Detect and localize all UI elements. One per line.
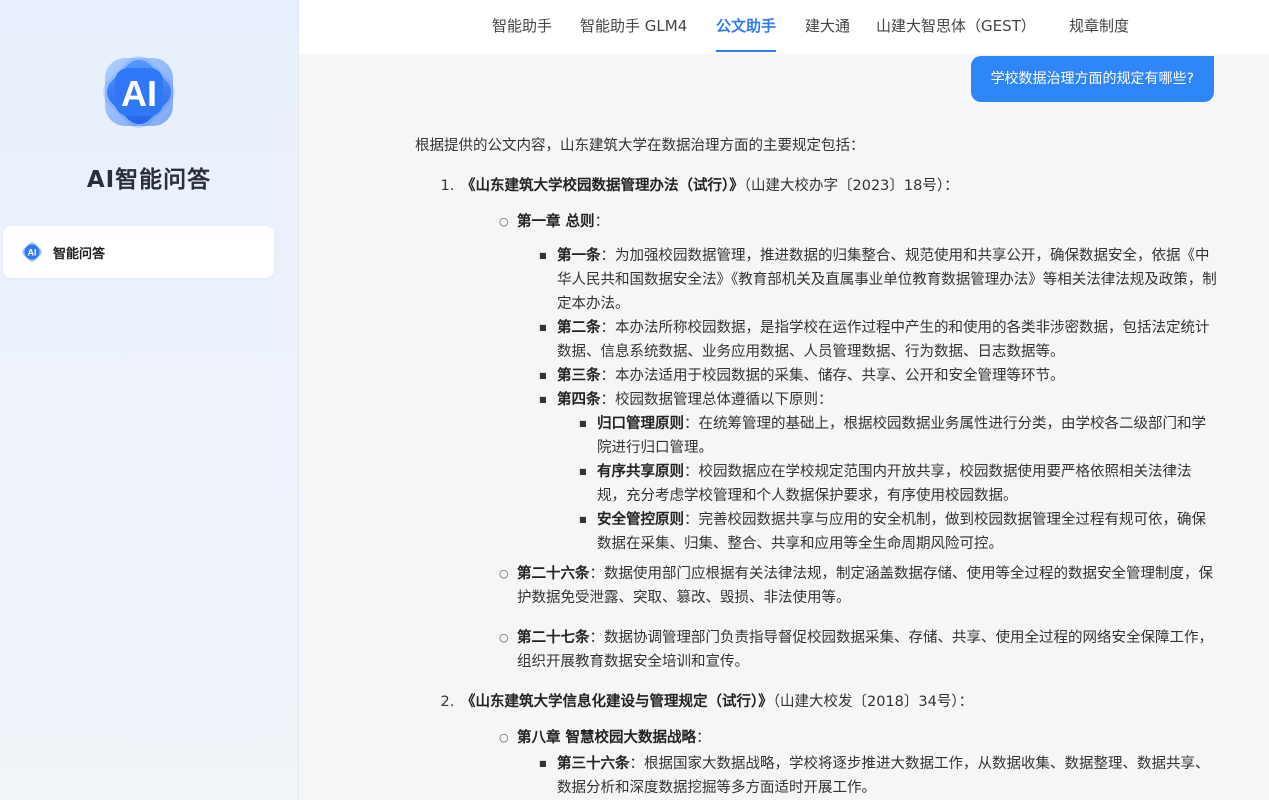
ai-icon: AI: [21, 241, 43, 263]
principle-text: ：完善校园数据共享与应用的安全机制，做到校园数据管理全过程有规可依，确保数据在采…: [597, 512, 1206, 552]
principle-text: ：在统筹管理的基础上，根据校园数据业务属性进行分类，由学校各二级部门和学院进行归…: [597, 416, 1206, 456]
doc-ref: （山建大校办字〔2023〕18号）：: [743, 178, 959, 194]
list-item: 第三条：本办法适用于校园数据的采集、储存、共享、公开和安全管理等环节。: [539, 364, 1220, 388]
brand-title: AI智能问答: [86, 167, 212, 193]
tab-jiandatong[interactable]: 建大通: [805, 0, 850, 54]
list-item: 第二十七条：数据协调管理部门负责指导督促校园数据采集、存储、共享、使用全过程的网…: [499, 626, 1220, 674]
list-item: 第三十六条：根据国家大数据战略，学校将逐步推进大数据工作，从数据收集、数据整理、…: [539, 752, 1220, 800]
chapter-label: 第八章 智慧校园大数据战略: [517, 730, 697, 746]
doc-ref: （山建大校发〔2018〕34号）：: [772, 694, 974, 710]
article-label: 第四条: [557, 392, 601, 408]
article-text: ：数据协调管理部门负责指导督促校园数据采集、存储、共享、使用全过程的网络安全保障…: [517, 630, 1213, 670]
list-item: 第四条：校园数据管理总体遵循以下原则： 归口管理原则：在统筹管理的基础上，根据校…: [539, 388, 1220, 556]
tab-document-assistant[interactable]: 公文助手: [716, 0, 777, 54]
chat-area: 学校数据治理方面的规定有哪些? 根据提供的公文内容，山东建筑大学在数据治理方面的…: [299, 54, 1269, 800]
chapter-label: 第一章 总则: [517, 214, 595, 230]
answer-intro: 根据提供的公文内容，山东建筑大学在数据治理方面的主要规定包括：: [415, 138, 865, 154]
list-item: 《山东建筑大学信息化建设与管理规定（试行）》（山建大校发〔2018〕34号）： …: [459, 690, 1220, 800]
tab-regulations[interactable]: 规章制度: [1069, 0, 1129, 54]
article-label: 第三十六条: [557, 756, 630, 772]
principle-label: 有序共享原则: [597, 464, 684, 480]
sidebar-item-label: 智能问答: [53, 246, 106, 262]
article-text: ：本办法适用于校园数据的采集、储存、共享、公开和安全管理等环节。: [600, 368, 1065, 384]
top-nav: 智能助手 智能助手 GLM4 公文助手 建大通 山建大智思体（GEST） 规章制…: [299, 0, 1269, 54]
doc-title: 《山东建筑大学校园数据管理办法（试行）》: [461, 178, 744, 194]
svg-text:AI: AI: [28, 248, 37, 258]
list-item: 有序共享原则：校园数据应在学校规定范围内开放共享，校园数据使用要严格依照相关法律…: [579, 460, 1220, 508]
article-text: ：根据国家大数据战略，学校将逐步推进大数据工作，从数据收集、数据整理、数据共享、…: [557, 756, 1210, 796]
principle-label: 归口管理原则: [597, 416, 684, 432]
app-logo: AI: [88, 41, 190, 143]
article-text: ：校园数据管理总体遵循以下原则：: [600, 392, 833, 408]
doc-title: 《山东建筑大学信息化建设与管理规定（试行）》: [461, 694, 773, 710]
article-label: 第一条: [557, 248, 601, 264]
article-label: 第二十七条: [517, 630, 590, 646]
principle-label: 安全管控原则: [597, 512, 684, 528]
user-message-bubble: 学校数据治理方面的规定有哪些?: [970, 56, 1214, 102]
list-item: 安全管控原则：完善校园数据共享与应用的安全机制，做到校园数据管理全过程有规可依，…: [579, 508, 1220, 556]
list-item: 第一章 总则： 第一条：为加强校园数据管理，推进数据的归集整合、规范使用和共享公…: [499, 210, 1220, 556]
chapter-suffix: ：: [594, 214, 610, 230]
tab-smart-assistant[interactable]: 智能助手: [492, 0, 552, 54]
article-text: ：数据使用部门应根据有关法律法规，制定涵盖数据存储、使用等全过程的数据安全管理制…: [517, 566, 1213, 606]
list-item: 第八章 智慧校园大数据战略： 第三十六条：根据国家大数据战略，学校将逐步推进大数…: [499, 726, 1220, 800]
article-label: 第二条: [557, 320, 601, 336]
tab-gest[interactable]: 山建大智思体（GEST）: [876, 0, 1036, 54]
chapter-suffix: ：: [696, 730, 711, 746]
list-item: 第二十六条：数据使用部门应根据有关法律法规，制定涵盖数据存储、使用等全过程的数据…: [499, 562, 1220, 610]
sidebar-item-smart-qa[interactable]: AI 智能问答: [3, 226, 274, 278]
logo-text: AI: [121, 73, 157, 114]
list-item: 《山东建筑大学校园数据管理办法（试行）》（山建大校办字〔2023〕18号）： 第…: [459, 174, 1220, 674]
article-text: ：本办法所称校园数据，是指学校在运作过程中产生的和使用的各类非涉密数据，包括法定…: [557, 320, 1210, 360]
tab-smart-assistant-glm4[interactable]: 智能助手 GLM4: [580, 0, 687, 54]
list-item: 第一条：为加强校园数据管理，推进数据的归集整合、规范使用和共享公开，确保数据安全…: [539, 244, 1220, 316]
article-text: ：为加强校园数据管理，推进数据的归集整合、规范使用和共享公开，确保数据安全，依据…: [557, 248, 1217, 312]
list-item: 归口管理原则：在统筹管理的基础上，根据校园数据业务属性进行分类，由学校各二级部门…: [579, 412, 1220, 460]
list-item: 第二条：本办法所称校园数据，是指学校在运作过程中产生的和使用的各类非涉密数据，包…: [539, 316, 1220, 364]
article-label: 第三条: [557, 368, 601, 384]
assistant-answer: 根据提供的公文内容，山东建筑大学在数据治理方面的主要规定包括： 《山东建筑大学校…: [415, 134, 1220, 800]
article-label: 第二十六条: [517, 566, 590, 582]
document-list: 《山东建筑大学校园数据管理办法（试行）》（山建大校办字〔2023〕18号）： 第…: [415, 174, 1220, 800]
sidebar: AI AI智能问答 AI 智能问答: [0, 0, 299, 800]
principle-text: ：校园数据应在学校规定范围内开放共享，校园数据使用要严格依照相关法律法规，充分考…: [597, 464, 1192, 504]
